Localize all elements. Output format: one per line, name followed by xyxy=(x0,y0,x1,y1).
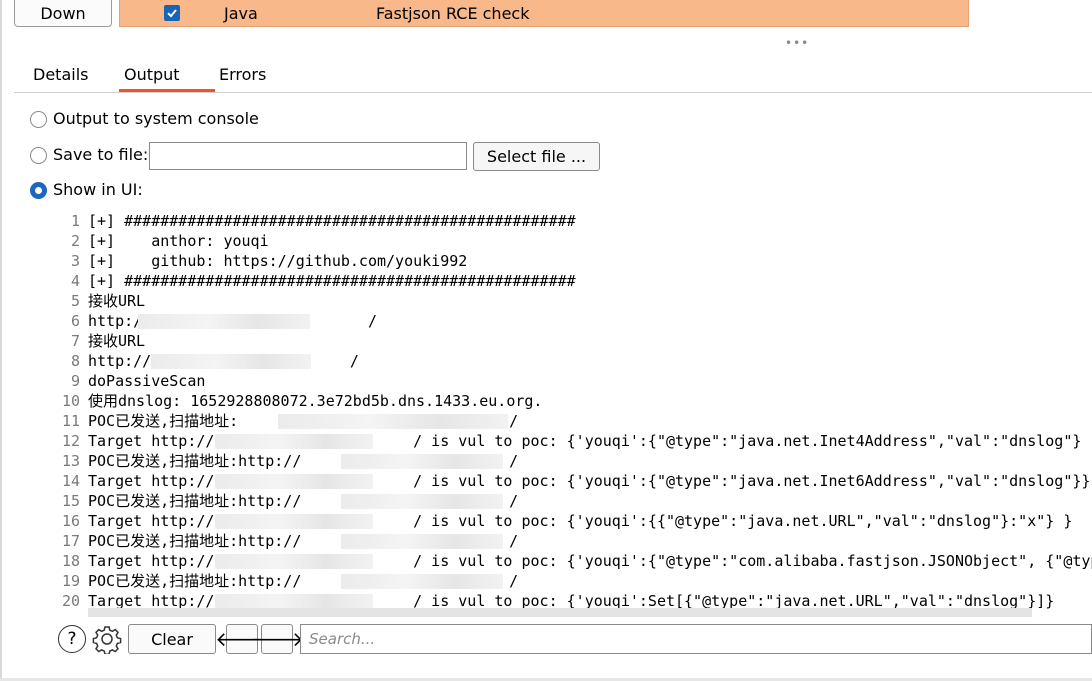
line-text: 接收URL xyxy=(88,292,146,310)
line-number: 13 xyxy=(61,452,80,470)
line-text: [+] ####################################… xyxy=(88,272,576,290)
line-number: 16 xyxy=(61,512,80,530)
line-number: 10 xyxy=(61,392,80,410)
redaction-mask xyxy=(341,454,503,469)
line-number: 12 xyxy=(61,432,80,450)
redaction-mask xyxy=(215,554,373,569)
horizontal-scrollbar[interactable] xyxy=(88,608,1032,617)
tab-details[interactable]: Details xyxy=(33,65,88,84)
redaction-mask xyxy=(215,594,373,609)
label-save-to-file[interactable]: Save to file: xyxy=(53,145,148,164)
output-line: 7 接收URL xyxy=(58,331,145,351)
redaction-mask xyxy=(215,434,373,449)
redaction-mask xyxy=(215,514,373,529)
output-text-area[interactable]: 1 [+] ###################################… xyxy=(58,211,1092,618)
line-text: [+] anthor: youqi xyxy=(88,232,269,250)
splitter-handle-icon[interactable]: ••• xyxy=(785,37,809,49)
output-line: 5 接收URL xyxy=(58,291,145,311)
line-number: 6 xyxy=(70,312,80,330)
gear-icon[interactable] xyxy=(92,624,122,654)
output-line: 16 Target http:// / is vul to poc: {'youq… xyxy=(58,511,1072,531)
help-icon[interactable]: ? xyxy=(58,625,86,653)
row-extension-name: Fastjson RCE check xyxy=(376,4,530,23)
left-border xyxy=(0,0,2,681)
label-output-console[interactable]: Output to system console xyxy=(53,109,259,128)
line-text: doPassiveScan xyxy=(88,372,206,390)
row-checkbox[interactable] xyxy=(164,5,180,21)
redaction-mask xyxy=(151,354,311,369)
output-line: 2 [+] anthor: youqi xyxy=(58,231,269,251)
clear-button[interactable]: Clear xyxy=(128,624,216,654)
line-number: 15 xyxy=(61,492,80,510)
output-line: 4 [+] ###################################… xyxy=(58,271,576,291)
line-text: 使用dnslog: 1652928808072.3e72bd5b.dns.143… xyxy=(88,392,543,410)
line-number: 4 xyxy=(70,272,80,290)
save-file-path-input[interactable] xyxy=(149,142,467,170)
line-number: 7 xyxy=(70,332,80,350)
line-text: [+] ####################################… xyxy=(88,212,576,230)
line-number: 20 xyxy=(61,592,80,610)
active-tab-indicator xyxy=(119,89,215,92)
redaction-mask xyxy=(341,534,503,549)
forward-arrow-icon[interactable]: 🡒 xyxy=(250,624,304,654)
output-line: 1 [+] ###################################… xyxy=(58,211,576,231)
line-number: 18 xyxy=(61,552,80,570)
line-number: 17 xyxy=(61,532,80,550)
radio-save-to-file[interactable] xyxy=(30,147,47,164)
line-number: 5 xyxy=(70,292,80,310)
label-show-in-ui[interactable]: Show in UI: xyxy=(53,180,143,199)
select-file-button[interactable]: Select file ... xyxy=(473,142,600,171)
redaction-mask xyxy=(215,474,373,489)
search-input[interactable] xyxy=(300,624,1092,654)
tab-output[interactable]: Output xyxy=(124,65,180,84)
radio-output-console[interactable] xyxy=(30,111,47,128)
tab-errors[interactable]: Errors xyxy=(219,65,266,84)
line-number: 2 xyxy=(70,232,80,250)
output-line: 18 Target http:// / is vul to poc: {'youq… xyxy=(58,551,1092,571)
line-number: 9 xyxy=(70,372,80,390)
line-number: 8 xyxy=(70,352,80,370)
line-text: [+] github: https://github.com/youki992 xyxy=(88,252,468,270)
redaction-mask xyxy=(341,574,503,589)
down-button[interactable]: Down xyxy=(14,0,112,27)
output-line: 12 Target http:// / is vul to poc: {'youq… xyxy=(58,431,1092,451)
line-text: 接收URL xyxy=(88,332,146,350)
selected-table-row[interactable]: Java Fastjson RCE check xyxy=(119,0,969,27)
line-number: 14 xyxy=(61,472,80,490)
output-line: 3 [+] github: https://github.com/youki992 xyxy=(58,251,467,271)
output-line: 10 使用dnslog: 1652928808072.3e72bd5b.dns.1… xyxy=(58,391,543,411)
checkmark-icon xyxy=(167,9,177,18)
redaction-mask xyxy=(278,414,508,429)
redaction-mask xyxy=(138,314,310,329)
line-number: 3 xyxy=(70,252,80,270)
output-line: 9 doPassiveScan xyxy=(58,371,205,391)
line-number: 11 xyxy=(61,412,80,430)
radio-show-in-ui[interactable] xyxy=(30,182,47,199)
row-language: Java xyxy=(224,4,258,23)
output-line: 14 Target http:// / is vul to poc: {'youq… xyxy=(58,471,1090,491)
redaction-mask xyxy=(341,494,503,509)
line-number: 1 xyxy=(70,212,80,230)
tab-bar: Details Output Errors xyxy=(14,60,1092,93)
line-number: 19 xyxy=(61,572,80,590)
